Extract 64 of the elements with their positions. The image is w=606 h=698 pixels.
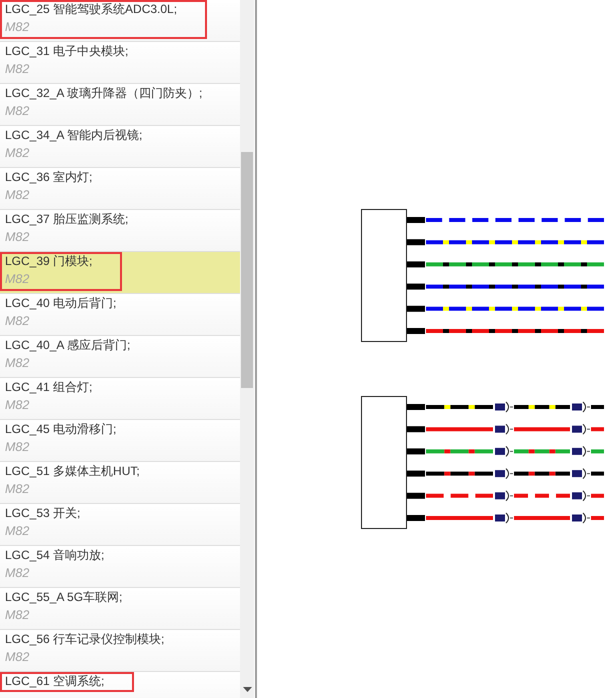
item-title: LGC_34_A 智能内后视镜; [5, 127, 142, 144]
item-title: LGC_39 门模块; [5, 253, 92, 270]
connector-block [407, 284, 425, 290]
connector-block [407, 261, 425, 268]
list-item[interactable]: LGC_32_A 玻璃升降器（四门防夹）; M82 [0, 84, 240, 126]
scroll-down-icon[interactable] [242, 687, 252, 692]
item-subtitle: M82 [5, 271, 30, 288]
item-title: LGC_32_A 玻璃升降器（四门防夹）; [5, 85, 202, 102]
list-item[interactable]: LGC_25 智能驾驶系统ADC3.0L; M82 [0, 0, 240, 42]
list-item[interactable]: LGC_51 多媒体主机HUT; M82 [0, 462, 240, 504]
item-subtitle: M82 [5, 19, 30, 36]
item-subtitle: M82 [5, 565, 30, 582]
list-item[interactable]: LGC_56 行车记录仪控制模块; M82 [0, 630, 240, 672]
item-subtitle: M82 [5, 61, 30, 78]
item-subtitle: M82 [5, 229, 30, 246]
item-title: LGC_40 电动后背门; [5, 295, 116, 312]
item-subtitle: M82 [5, 397, 30, 414]
item-subtitle: M82 [5, 607, 30, 624]
list-item[interactable]: LGC_61 空调系统; [0, 672, 240, 698]
list-item[interactable]: LGC_34_A 智能内后视镜; M82 [0, 126, 240, 168]
connector-block [407, 404, 425, 410]
item-title: LGC_41 组合灯; [5, 379, 92, 396]
item-subtitle: M82 [5, 355, 30, 372]
item-subtitle: M82 [5, 523, 30, 540]
list-item[interactable]: LGC_54 音响功放; M82 [0, 546, 240, 588]
item-title: LGC_56 行车记录仪控制模块; [5, 631, 164, 648]
connector-block [407, 328, 425, 334]
connector-block [407, 217, 425, 223]
item-title: LGC_53 开关; [5, 505, 80, 522]
item-subtitle: M82 [5, 649, 30, 666]
list-item[interactable]: LGC_53 开关; M82 [0, 504, 240, 546]
connector-block [407, 515, 425, 521]
item-title: LGC_25 智能驾驶系统ADC3.0L; [5, 1, 178, 18]
list-item[interactable]: LGC_55_A 5G车联网; M82 [0, 588, 240, 630]
connector-block [407, 470, 425, 477]
item-title: LGC_55_A 5G车联网; [5, 589, 122, 606]
list-item[interactable]: LGC_37 胎压监测系统; M82 [0, 210, 240, 252]
item-title: LGC_54 音响功放; [5, 547, 104, 564]
item-title: LGC_36 室内灯; [5, 169, 92, 186]
item-title: LGC_61 空调系统; [5, 673, 104, 690]
list-item[interactable]: LGC_40_A 感应后背门; M82 [0, 336, 240, 378]
item-subtitle: M82 [5, 313, 30, 330]
item-title: LGC_40_A 感应后背门; [5, 337, 130, 354]
list-item[interactable]: LGC_36 室内灯; M82 [0, 168, 240, 210]
list-item[interactable]: LGC_31 电子中央模块; M82 [0, 42, 240, 84]
item-title: LGC_31 电子中央模块; [5, 43, 128, 60]
connector-block [407, 426, 425, 432]
list-item[interactable]: LGC_45 电动滑移门; M82 [0, 420, 240, 462]
connector-block [407, 306, 425, 312]
item-title: LGC_51 多媒体主机HUT; [5, 463, 140, 480]
item-subtitle: M82 [5, 187, 30, 204]
list-item[interactable]: LGC_41 组合灯; M82 [0, 378, 240, 420]
item-subtitle: M82 [5, 145, 30, 162]
connector-block [407, 239, 425, 246]
item-subtitle: M82 [5, 481, 30, 498]
connector-block [407, 448, 425, 454]
list-item[interactable]: LGC_40 电动后背门; M82 [0, 294, 240, 336]
item-subtitle: M82 [5, 439, 30, 456]
connector-block [407, 492, 425, 499]
item-title: LGC_45 电动滑移门; [5, 421, 116, 438]
scrollbar-thumb[interactable] [241, 152, 253, 388]
item-subtitle: M82 [5, 103, 30, 120]
item-title: LGC_37 胎压监测系统; [5, 211, 128, 228]
list-item[interactable]: LGC_39 门模块; M82 [0, 252, 240, 294]
